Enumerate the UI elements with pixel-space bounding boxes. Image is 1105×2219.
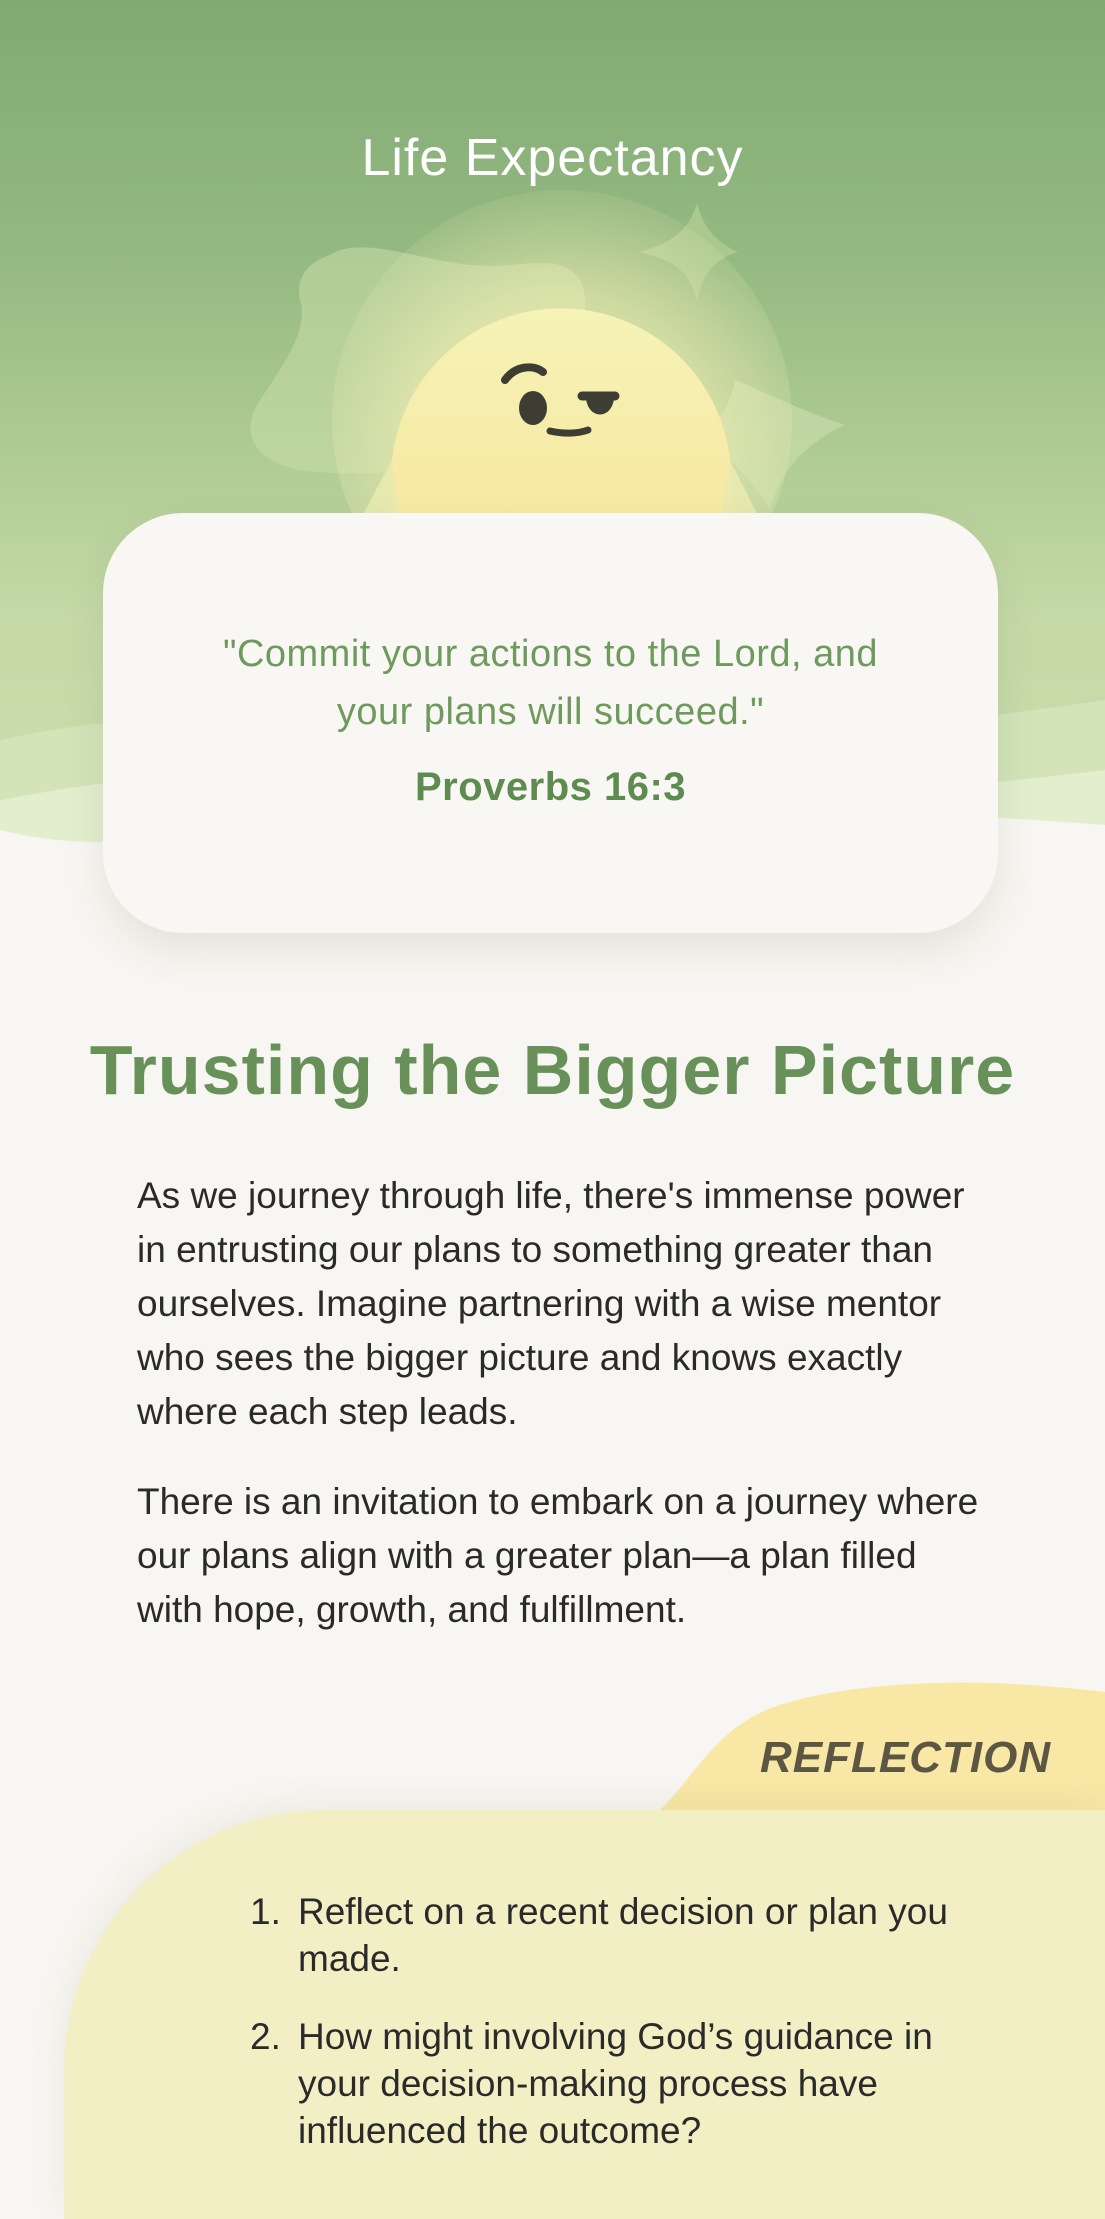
list-item-number: 2. <box>250 2016 281 2057</box>
list-item-text: Reflect on a recent decision or plan you… <box>298 1891 948 1979</box>
section-title: Trusting the Bigger Picture <box>89 1031 1016 1109</box>
quote-text: "Commit your actions to the Lord, and yo… <box>222 633 879 733</box>
article-paragraph: As we journey through life, there's imme… <box>137 1175 965 1432</box>
reflection-list: 1. Reflect on a recent decision or plan … <box>250 1888 1010 2185</box>
list-item: 2. How might involving God’s guidance in… <box>250 2013 1010 2154</box>
article-paragraph: There is an invitation to embark on a jo… <box>137 1481 979 1630</box>
list-item: 1. Reflect on a recent decision or plan … <box>250 1888 1010 1982</box>
quote-card: "Commit your actions to the Lord, and yo… <box>103 513 998 933</box>
app-title: Life Expectancy <box>361 129 744 187</box>
quote-reference: Proverbs 16:3 <box>414 765 687 809</box>
reflection-label: REFLECTION <box>760 1733 1052 1782</box>
list-item-text: How might involving God’s guidance in yo… <box>298 2016 933 2151</box>
list-item-number: 1. <box>250 1891 281 1932</box>
